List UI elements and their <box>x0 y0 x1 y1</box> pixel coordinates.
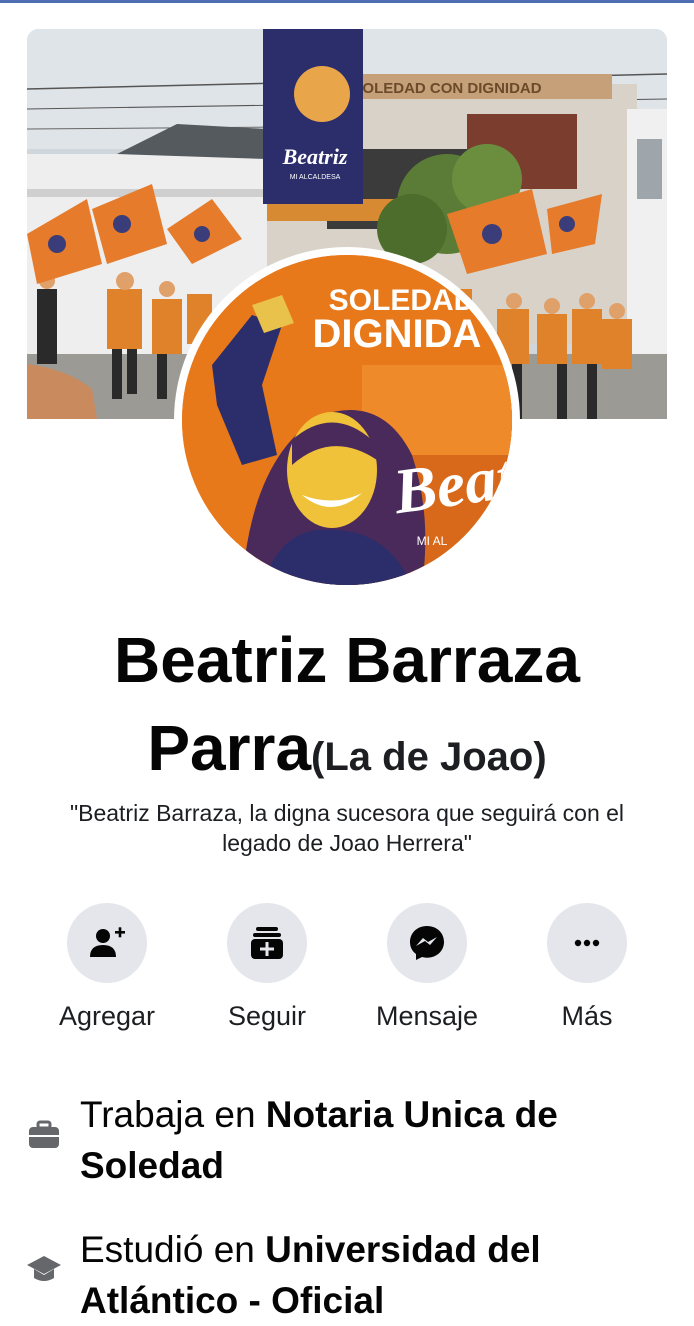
message-label: Mensaje <box>375 1001 479 1031</box>
profile-picture[interactable]: SOLEDAD DIGNIDA Beat MI AL <box>174 247 520 593</box>
add-friend-label: Agregar <box>58 1001 156 1031</box>
messenger-icon[interactable] <box>387 903 467 983</box>
message-button[interactable]: Mensaje <box>357 903 497 1033</box>
avatar-text-line2: DIGNIDA <box>313 312 482 356</box>
intro-education-prefix: Estudió en <box>80 1229 266 1270</box>
follow-label: Seguir <box>227 1001 307 1031</box>
cover-poster-name: Beatriz <box>282 144 348 169</box>
intro-education-text: Estudió en Universidad del Atlántico - O… <box>80 1224 670 1326</box>
more-label: Más <box>561 1001 613 1031</box>
top-bar-line <box>0 0 694 3</box>
profile-name-line1: Beatriz Barraza <box>114 624 580 696</box>
cover-poster-sub: MI ALCALDESA <box>290 174 341 181</box>
avatar-sub-text: MI AL <box>417 534 448 548</box>
profile-bio: "Beatriz Barraza, la digna sucesora que … <box>69 800 625 856</box>
briefcase-icon <box>26 1117 62 1153</box>
profile-nickname: (La de Joao) <box>311 735 547 779</box>
graduation-cap-icon <box>26 1252 62 1288</box>
follow-button[interactable]: Seguir <box>197 903 337 1033</box>
more-button[interactable]: Más <box>517 903 657 1033</box>
intro-work-text: Trabaja en Notaria Unica de Soledad <box>80 1089 670 1191</box>
cover-banner-text: SOLEDAD CON DIGNIDAD <box>352 80 541 97</box>
follow-icon[interactable] <box>227 903 307 983</box>
intro-work-prefix: Trabaja en <box>80 1094 266 1135</box>
profile-name-line2: Parra(La de Joao) <box>20 712 674 793</box>
add-friend-button[interactable]: Agregar <box>37 903 177 1033</box>
add-friend-icon[interactable] <box>67 903 147 983</box>
more-icon[interactable] <box>547 903 627 983</box>
profile-actions: Agregar Seguir Mensaje Más <box>0 903 694 1043</box>
profile-name-last: Parra <box>147 712 312 784</box>
